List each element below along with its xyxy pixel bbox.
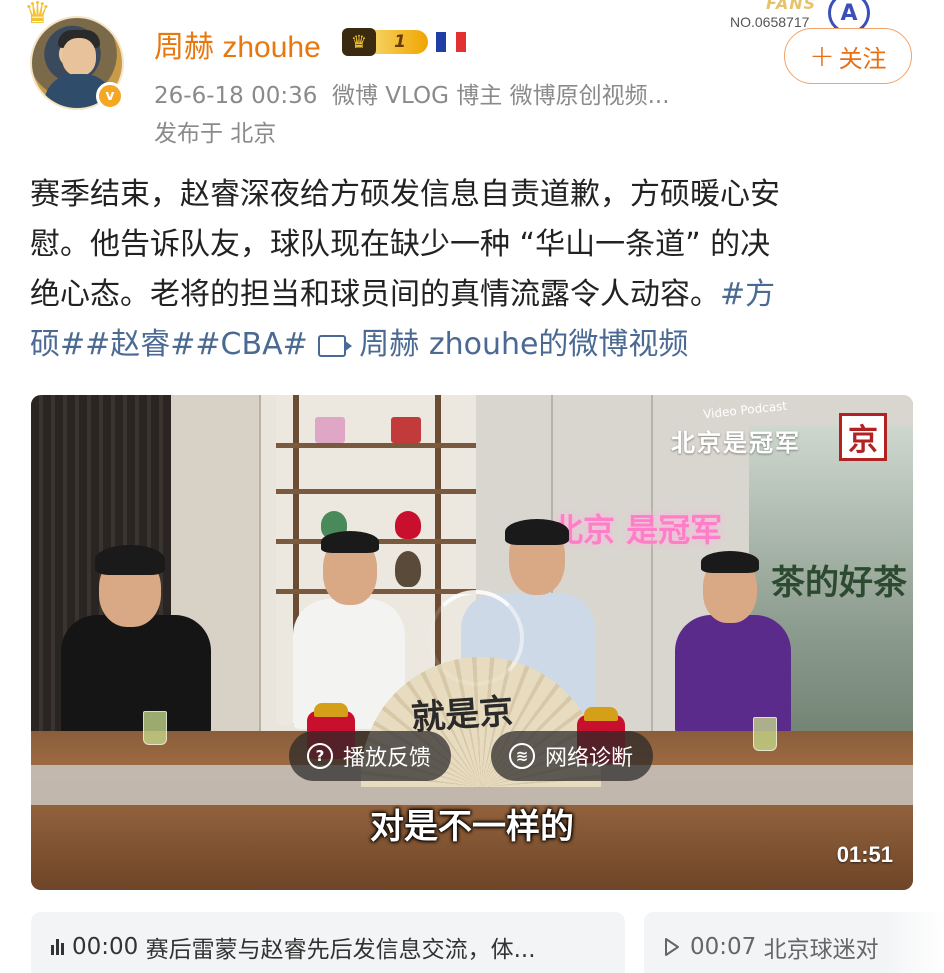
hashtag-fangshuo[interactable]: #方: [720, 277, 775, 312]
chapter-time: 00:00: [72, 934, 139, 960]
chapter-fade: [884, 912, 944, 973]
network-diagnose-button[interactable]: ≋ 网络诊断: [491, 731, 654, 781]
follow-label: 关注: [838, 44, 887, 73]
post-text-line: 赛季结束，赵睿深夜给方硕发信息自责道歉，方硕暖心安: [30, 177, 780, 212]
playback-feedback-button[interactable]: ? 播放反馈: [289, 731, 452, 781]
loading-spinner: [428, 590, 524, 686]
post-text-line: 绝心态。老将的担当和球员间的真情流露令人动容。#方: [30, 270, 910, 320]
crown-icon: ♛: [24, 0, 51, 31]
post-meta: 26-6-18 00:36 微博 VLOG 博主 微博原创视频...: [154, 76, 670, 110]
avatar-face: [62, 38, 96, 76]
tea-jar-lid: [314, 703, 348, 717]
follow-button[interactable]: + 关注: [784, 28, 912, 84]
post-source: 微博 VLOG 博主 微博原创视频...: [331, 83, 670, 109]
station-logo: 京: [839, 413, 887, 461]
vip-level: 1: [372, 30, 428, 54]
fans-number: NO.0658717: [730, 14, 810, 30]
post-text-line: 硕##赵睿##CBA# 周赫 zhouhe的微博视频: [30, 320, 910, 370]
post-text: 赛季结束，赵睿深夜给方硕发信息自责道歉，方硕暖心安 慰。他告诉队友，球队现在缺少…: [30, 170, 910, 370]
chapter-item[interactable]: 00:00 赛后雷蒙与赵睿先后发信息交流，体...: [31, 912, 625, 973]
shelf-box: [315, 417, 345, 443]
shelf: [276, 489, 476, 494]
video-player[interactable]: 茶的好茶 Video Podcast 北京是冠军 京 北京 是冠军 就是京 ? …: [31, 395, 913, 890]
vip-crown-icon: ♛: [342, 28, 376, 56]
person-hair: [321, 531, 379, 553]
person-torso: [61, 615, 211, 735]
verified-icon: v: [96, 82, 124, 110]
plus-icon: +: [809, 38, 835, 74]
audio-bars-icon: [51, 939, 64, 955]
post-text-line: 慰。他告诉队友，球队现在缺少一种 “华山一条道” 的决: [30, 227, 771, 262]
post-text-segment: 绝心态。老将的担当和球员间的真情流露令人动容。: [30, 277, 720, 312]
poster-text: 茶的好茶: [771, 563, 907, 603]
hashtag-cba[interactable]: #CBA#: [195, 327, 307, 362]
question-circle-icon: ?: [307, 743, 333, 769]
shelf-box: [391, 417, 421, 443]
tea-cup: [753, 717, 777, 751]
shelf: [276, 443, 476, 448]
person-hair: [701, 551, 759, 573]
chapter-title: 北京球迷对: [763, 937, 879, 963]
tea-jar-lid: [584, 707, 618, 721]
tea-cup: [143, 711, 167, 745]
chapter-time: 00:07: [690, 934, 757, 960]
post-timestamp: 26-6-18 00:36: [154, 83, 318, 109]
network-diagnose-label: 网络诊断: [545, 746, 634, 771]
podcast-title: 北京是冠军: [671, 429, 801, 457]
chapter-title: 赛后雷蒙与赵睿先后发信息交流，体...: [145, 937, 536, 963]
person-hair: [95, 545, 165, 575]
video-link-icon: [317, 335, 352, 357]
video-duration: 01:51: [836, 842, 893, 867]
neon-sign: 北京 是冠军: [551, 511, 723, 549]
france-flag-icon: [436, 32, 466, 52]
post-header: ♛ v 周赫 zhouhe 1 ♛ 26-6-18 00:36 微博 VLOG …: [0, 0, 944, 150]
video-subtitle: 对是不一样的: [370, 807, 574, 847]
hashtag-fangshuo-cont[interactable]: 硕#: [30, 327, 85, 362]
cabinet-line: [651, 395, 653, 765]
shelf-vase: [395, 511, 421, 539]
post-location: 发布于 北京: [154, 121, 277, 147]
hashtag-zhaorui[interactable]: #赵睿#: [85, 327, 195, 362]
chapter-item[interactable]: 00:07 北京球迷对: [644, 912, 944, 973]
shelf: [276, 589, 476, 594]
wifi-circle-icon: ≋: [509, 743, 535, 769]
playback-feedback-label: 播放反馈: [343, 746, 432, 771]
person-hair: [505, 519, 569, 545]
username[interactable]: 周赫 zhouhe: [154, 22, 321, 66]
shelf-vase: [395, 551, 421, 587]
play-icon: [664, 937, 680, 957]
fans-label: FANS: [766, 0, 817, 13]
vip-badge[interactable]: 1 ♛: [342, 28, 428, 56]
video-link[interactable]: 周赫 zhouhe的微博视频: [359, 327, 688, 362]
